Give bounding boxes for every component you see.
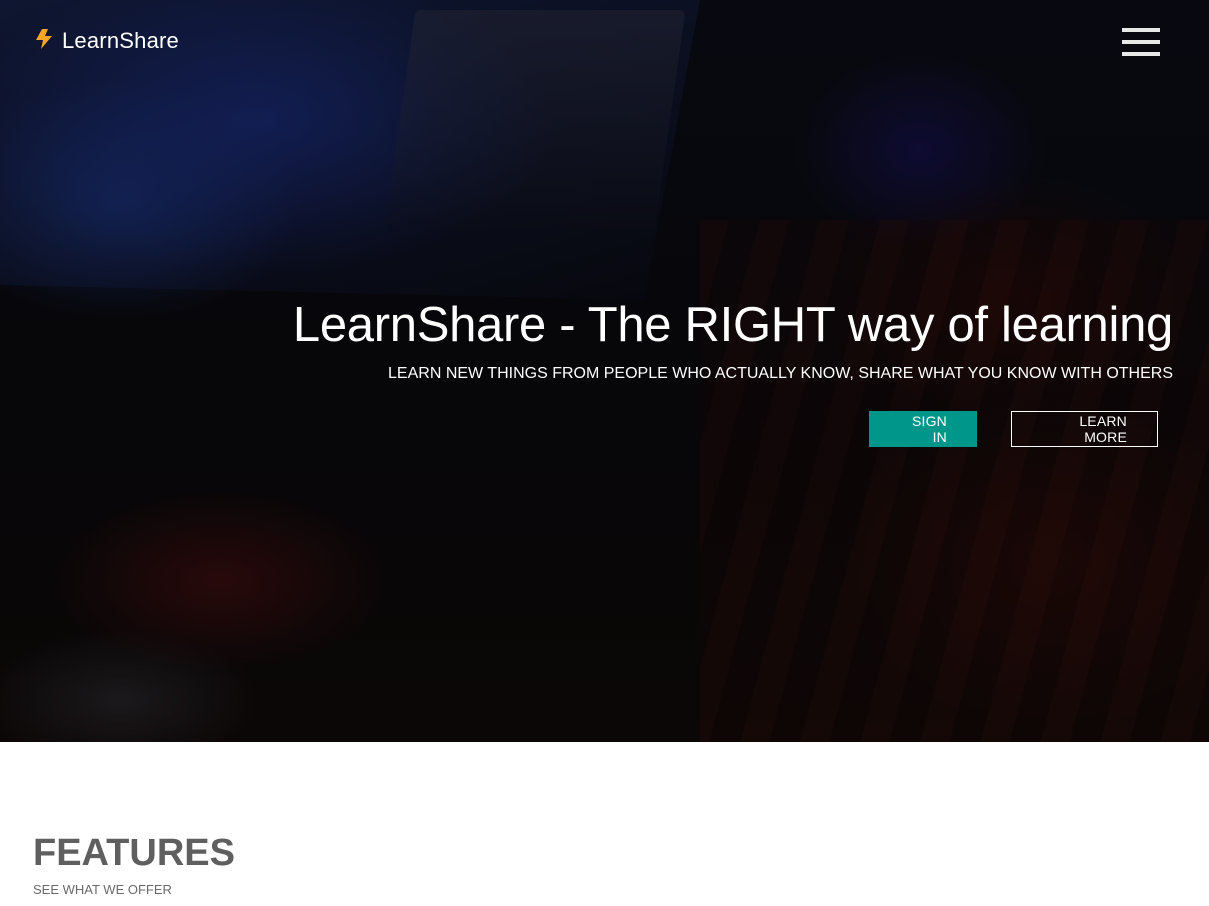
learn-more-button[interactable]: LEARN MORE	[1011, 411, 1158, 447]
lightning-bolt-icon	[33, 28, 55, 50]
hamburger-menu-button[interactable]	[1119, 26, 1163, 58]
features-subtitle: SEE WHAT WE OFFER	[33, 882, 172, 897]
hamburger-menu-icon-bar	[1122, 40, 1160, 44]
hero-title: LearnShare - The RIGHT way of learning	[292, 298, 1173, 352]
hero-subtitle: LEARN NEW THINGS FROM PEOPLE WHO ACTUALL…	[388, 365, 1173, 382]
hero-actions: SIGN IN LEARN MORE	[869, 411, 1158, 448]
hero-section: LearnShare LearnShare - The RIGHT way of…	[0, 0, 1209, 742]
features-title: FEATURES	[33, 832, 235, 874]
hero-content: LearnShare - The RIGHT way of learning L…	[273, 292, 1173, 447]
brand-name: LearnShare	[62, 28, 179, 53]
hamburger-menu-icon-bar	[1122, 28, 1160, 32]
features-section: FEATURES SEE WHAT WE OFFER	[0, 742, 1209, 906]
hamburger-menu-icon-bar	[1122, 52, 1160, 56]
brand-link[interactable]: LearnShare	[33, 28, 179, 54]
navbar: LearnShare	[0, 0, 1209, 86]
sign-in-button[interactable]: SIGN IN	[869, 411, 977, 447]
